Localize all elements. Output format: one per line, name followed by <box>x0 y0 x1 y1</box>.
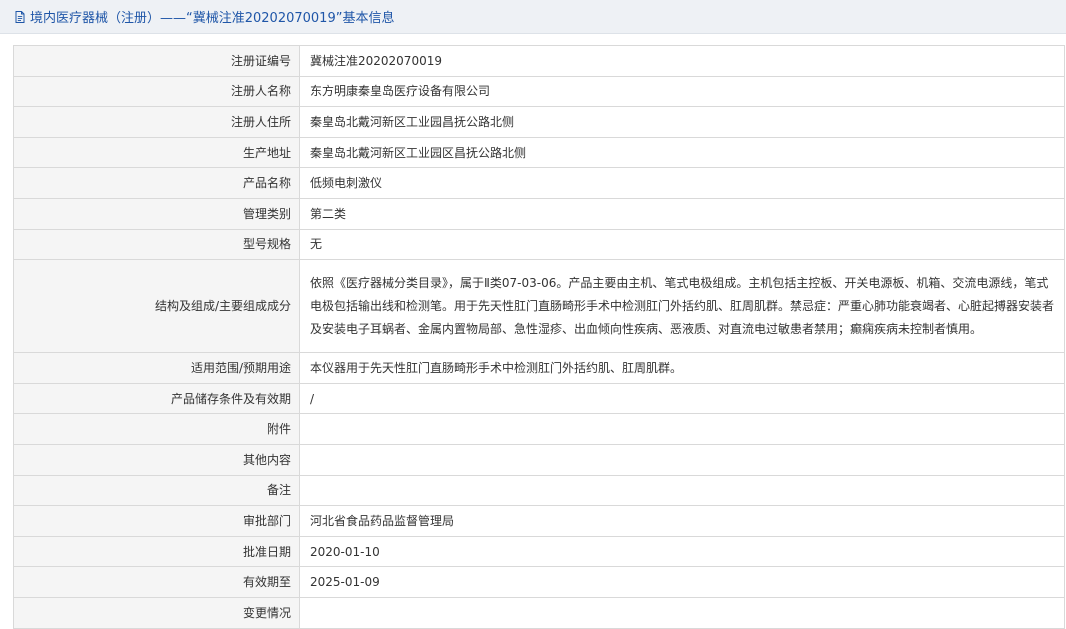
row-label: 适用范围/预期用途 <box>13 352 300 384</box>
row-label: 产品名称 <box>13 167 300 199</box>
table-row: 附件 <box>13 413 1065 445</box>
table-row: 批准日期 2020-01-10 <box>13 535 1065 568</box>
row-label: 注册人名称 <box>13 75 300 108</box>
row-value <box>299 474 1065 507</box>
table-row: 其他内容 <box>13 443 1065 476</box>
row-label: 其他内容 <box>13 443 300 476</box>
row-label: 产品储存条件及有效期 <box>13 382 300 415</box>
row-value: 秦皇岛北戴河新区工业园昌抚公路北侧 <box>299 106 1065 138</box>
table-row: 管理类别 第二类 <box>13 197 1065 230</box>
row-value: 依照《医疗器械分类目录》，属于Ⅱ类07-03-06。产品主要由主机、笔式电极组成… <box>299 259 1065 354</box>
row-value: 2020-01-10 <box>299 535 1065 568</box>
row-label: 注册人住所 <box>13 106 300 138</box>
table-row: 有效期至 2025-01-09 <box>13 566 1065 598</box>
row-value: / <box>299 382 1065 415</box>
table-row: 变更情况 <box>13 596 1065 629</box>
table-row: 适用范围/预期用途 本仪器用于先天性肛门直肠畸形手术中检测肛门外括约肌、肛周肌群… <box>13 352 1065 384</box>
table-row: 注册人住所 秦皇岛北戴河新区工业园昌抚公路北侧 <box>13 106 1065 138</box>
row-label: 有效期至 <box>13 566 300 598</box>
row-value: 东方明康秦皇岛医疗设备有限公司 <box>299 75 1065 108</box>
row-label: 结构及组成/主要组成成分 <box>13 259 300 354</box>
table-row: 审批部门 河北省食品药品监督管理局 <box>13 505 1065 537</box>
info-table-container: 注册证编号 冀械注准20202070019 注册人名称 东方明康秦皇岛医疗设备有… <box>13 45 1065 629</box>
row-value <box>299 596 1065 629</box>
row-label: 审批部门 <box>13 505 300 537</box>
row-label: 管理类别 <box>13 197 300 230</box>
table-row: 备注 <box>13 474 1065 507</box>
row-value <box>299 413 1065 445</box>
table-row: 产品储存条件及有效期 / <box>13 382 1065 415</box>
row-value: 第二类 <box>299 197 1065 230</box>
row-value: 低频电刺激仪 <box>299 167 1065 199</box>
page-header: 境内医疗器械（注册）——“冀械注准20202070019”基本信息 <box>0 0 1066 34</box>
page-title: 境内医疗器械（注册）——“冀械注准20202070019”基本信息 <box>30 11 395 26</box>
table-row: 结构及组成/主要组成成分 依照《医疗器械分类目录》，属于Ⅱ类07-03-06。产… <box>13 259 1065 354</box>
row-label: 生产地址 <box>13 136 300 169</box>
info-table: 注册证编号 冀械注准20202070019 注册人名称 东方明康秦皇岛医疗设备有… <box>13 45 1065 629</box>
row-value: 2025-01-09 <box>299 566 1065 598</box>
row-label: 型号规格 <box>13 228 300 261</box>
row-value: 冀械注准20202070019 <box>299 45 1065 77</box>
table-row: 产品名称 低频电刺激仪 <box>13 167 1065 199</box>
row-label: 批准日期 <box>13 535 300 568</box>
row-value <box>299 443 1065 476</box>
row-label: 附件 <box>13 413 300 445</box>
table-row: 生产地址 秦皇岛北戴河新区工业园区昌抚公路北侧 <box>13 136 1065 169</box>
table-row: 注册人名称 东方明康秦皇岛医疗设备有限公司 <box>13 75 1065 108</box>
row-label: 备注 <box>13 474 300 507</box>
row-label: 变更情况 <box>13 596 300 629</box>
row-value: 秦皇岛北戴河新区工业园区昌抚公路北侧 <box>299 136 1065 169</box>
row-value: 本仪器用于先天性肛门直肠畸形手术中检测肛门外括约肌、肛周肌群。 <box>299 352 1065 384</box>
table-row: 注册证编号 冀械注准20202070019 <box>13 45 1065 77</box>
table-row: 型号规格 无 <box>13 228 1065 261</box>
row-value: 河北省食品药品监督管理局 <box>299 505 1065 537</box>
row-value: 无 <box>299 228 1065 261</box>
document-icon <box>13 10 27 24</box>
row-label: 注册证编号 <box>13 45 300 77</box>
